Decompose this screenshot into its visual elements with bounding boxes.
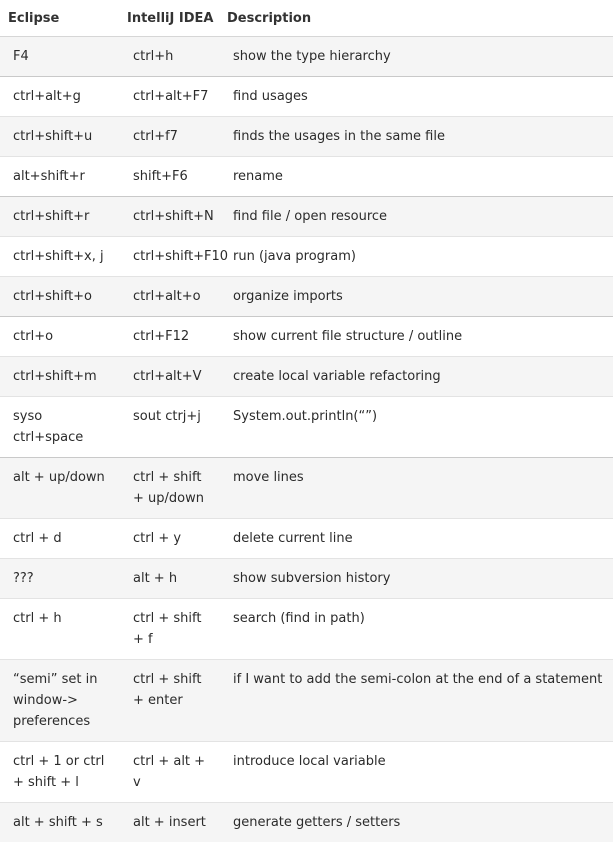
table-row: ctrl+octrl+F12show current file structur…	[0, 317, 613, 357]
intellij-shortcut: ctrl+f7	[120, 117, 220, 157]
intellij-shortcut: alt + h	[120, 559, 220, 599]
intellij-shortcut: alt + insert	[120, 803, 220, 842]
eclipse-shortcut: “semi” set in window-> preferences	[0, 660, 120, 742]
eclipse-shortcut: ctrl+alt+g	[0, 77, 120, 117]
intellij-shortcut: ctrl+shift+F10	[120, 237, 220, 277]
shortcut-description: move lines	[220, 458, 613, 519]
shortcut-description: if I want to add the semi-colon at the e…	[220, 660, 613, 742]
eclipse-shortcut: alt+shift+r	[0, 157, 120, 197]
table-row: ctrl+shift+uctrl+f7finds the usages in t…	[0, 117, 613, 157]
table-row: alt + up/downctrl + shift + up/downmove …	[0, 458, 613, 519]
eclipse-shortcut: ctrl+shift+x, j	[0, 237, 120, 277]
table-row: F4ctrl+hshow the type hierarchy	[0, 37, 613, 77]
intellij-shortcut: ctrl+alt+V	[120, 357, 220, 397]
table-row: “semi” set in window-> preferencesctrl +…	[0, 660, 613, 742]
shortcut-description: search (find in path)	[220, 599, 613, 660]
header-intellij-idea: IntelliJ IDEA	[120, 0, 220, 37]
shortcut-description: show the type hierarchy	[220, 37, 613, 77]
shortcut-description: find usages	[220, 77, 613, 117]
eclipse-shortcut: ctrl + 1 or ctrl + shift + l	[0, 742, 120, 803]
table-row: ctrl+shift+x, jctrl+shift+F10run (java p…	[0, 237, 613, 277]
intellij-shortcut: ctrl + shift + f	[120, 599, 220, 660]
eclipse-shortcut: ctrl+shift+o	[0, 277, 120, 317]
intellij-shortcut: ctrl + y	[120, 519, 220, 559]
shortcut-description: System.out.println(“”)	[220, 397, 613, 458]
table-body: F4ctrl+hshow the type hierarchyctrl+alt+…	[0, 37, 613, 842]
eclipse-shortcut: alt + shift + s	[0, 803, 120, 842]
intellij-shortcut: ctrl+shift+N	[120, 197, 220, 237]
table-row: ctrl+shift+mctrl+alt+Vcreate local varia…	[0, 357, 613, 397]
eclipse-shortcut: ctrl+shift+u	[0, 117, 120, 157]
table-row: ctrl+alt+gctrl+alt+F7find usages	[0, 77, 613, 117]
eclipse-shortcut: ctrl + h	[0, 599, 120, 660]
intellij-shortcut: shift+F6	[120, 157, 220, 197]
shortcut-description: rename	[220, 157, 613, 197]
eclipse-shortcut: ctrl+o	[0, 317, 120, 357]
table-row: syso ctrl+spacesout ctrj+jSystem.out.pri…	[0, 397, 613, 458]
table-row: ctrl + 1 or ctrl + shift + lctrl + alt +…	[0, 742, 613, 803]
intellij-shortcut: ctrl+h	[120, 37, 220, 77]
table-row: ctrl + hctrl + shift + fsearch (find in …	[0, 599, 613, 660]
table-header: Eclipse IntelliJ IDEA Description	[0, 0, 613, 37]
eclipse-shortcut: alt + up/down	[0, 458, 120, 519]
eclipse-shortcut: syso ctrl+space	[0, 397, 120, 458]
shortcut-description: show current file structure / outline	[220, 317, 613, 357]
eclipse-shortcut: F4	[0, 37, 120, 77]
shortcut-comparison-table: Eclipse IntelliJ IDEA Description F4ctrl…	[0, 0, 613, 842]
table-row: ctrl+shift+octrl+alt+oorganize imports	[0, 277, 613, 317]
intellij-shortcut: ctrl + alt + v	[120, 742, 220, 803]
table-row: ctrl + dctrl + ydelete current line	[0, 519, 613, 559]
eclipse-shortcut: ???	[0, 559, 120, 599]
intellij-shortcut: ctrl+alt+F7	[120, 77, 220, 117]
table-row: ???alt + hshow subversion history	[0, 559, 613, 599]
shortcut-description: introduce local variable	[220, 742, 613, 803]
header-row: Eclipse IntelliJ IDEA Description	[0, 0, 613, 37]
intellij-shortcut: ctrl + shift + enter	[120, 660, 220, 742]
shortcut-description: show subversion history	[220, 559, 613, 599]
header-eclipse: Eclipse	[0, 0, 120, 37]
intellij-shortcut: sout ctrj+j	[120, 397, 220, 458]
eclipse-shortcut: ctrl+shift+m	[0, 357, 120, 397]
table-row: alt+shift+rshift+F6rename	[0, 157, 613, 197]
eclipse-shortcut: ctrl + d	[0, 519, 120, 559]
shortcut-description: create local variable refactoring	[220, 357, 613, 397]
eclipse-shortcut: ctrl+shift+r	[0, 197, 120, 237]
shortcut-description: organize imports	[220, 277, 613, 317]
shortcut-description: find file / open resource	[220, 197, 613, 237]
shortcut-description: delete current line	[220, 519, 613, 559]
header-description: Description	[220, 0, 613, 37]
shortcut-description: finds the usages in the same file	[220, 117, 613, 157]
intellij-shortcut: ctrl + shift + up/down	[120, 458, 220, 519]
intellij-shortcut: ctrl+alt+o	[120, 277, 220, 317]
intellij-shortcut: ctrl+F12	[120, 317, 220, 357]
table-row: ctrl+shift+rctrl+shift+Nfind file / open…	[0, 197, 613, 237]
shortcut-description: generate getters / setters	[220, 803, 613, 842]
table-row: alt + shift + salt + insertgenerate gett…	[0, 803, 613, 842]
shortcut-description: run (java program)	[220, 237, 613, 277]
